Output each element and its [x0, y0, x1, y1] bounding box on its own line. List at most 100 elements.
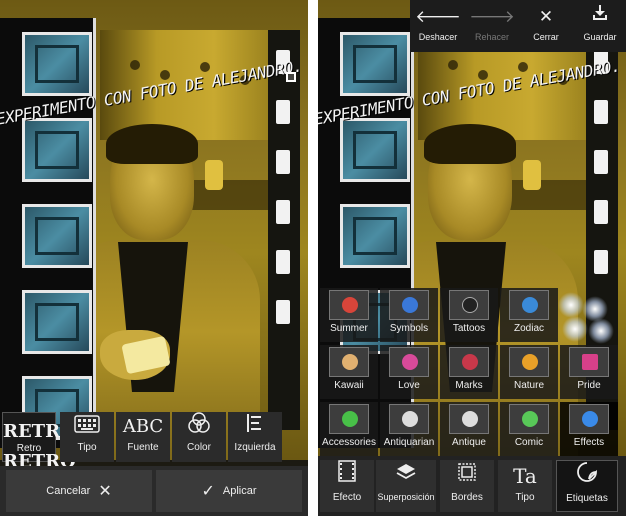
arrow-left-icon: 🡐	[415, 7, 461, 26]
flower-decoration	[200, 62, 210, 72]
film-frame	[22, 32, 92, 96]
sticker-thumbnail	[569, 404, 609, 434]
close-icon: ✕	[538, 7, 554, 26]
flower-decoration	[130, 60, 140, 70]
filmstrip-right	[268, 30, 300, 430]
sticker-category-grid: Summer Symbols Tattoos Zodiac Kawaii Lov…	[318, 288, 626, 456]
sticker-thumbnail	[389, 347, 429, 377]
sticker-label: Comic	[514, 437, 544, 448]
tab-etiquetas[interactable]: Etiquetas	[556, 460, 618, 512]
tool-tab-label: Izquierda	[234, 442, 276, 453]
film-icon	[320, 460, 374, 492]
right-editor-screen: EXPERIMENTO CON FOTO DE ALEJANDRO. ANDRO…	[318, 0, 626, 516]
sticker-thumbnail	[449, 404, 489, 434]
sticker-effects[interactable]: Effects	[560, 402, 618, 456]
sticker-zodiac[interactable]: Zodiac	[500, 288, 558, 342]
close-label: Cerrar	[533, 32, 559, 42]
sparkle-glow	[588, 318, 614, 344]
person-hair	[106, 124, 198, 164]
sticker-nature[interactable]: Nature	[500, 345, 558, 399]
sticker-label: Marks	[455, 380, 483, 391]
sticker-symbols[interactable]: Symbols	[380, 288, 438, 342]
sticker-antique[interactable]: Antique	[440, 402, 498, 456]
tool-tab-label: Tipo	[77, 442, 97, 453]
sticker-label: Zodiac	[513, 323, 544, 334]
sticker-summer[interactable]: Summer	[320, 288, 378, 342]
film-frame	[22, 118, 92, 182]
close-button[interactable]: ✕ Cerrar	[520, 2, 572, 50]
tool-tab-label: Fuente	[127, 442, 159, 453]
sticker-antiquarian[interactable]: Antiquarian	[380, 402, 438, 456]
redo-button[interactable]: 🡒 Rehacer	[466, 2, 518, 50]
tool-tab-retro[interactable]: RETRO RETRO Retro	[2, 412, 76, 472]
tab-efecto[interactable]: Efecto	[320, 460, 374, 512]
sticker-label: Tattoos	[452, 323, 486, 334]
sticker-thumbnail	[509, 404, 549, 434]
sticker-marks[interactable]: Marks	[440, 345, 498, 399]
sticker-thumbnail	[449, 347, 489, 377]
tool-tab-tipo[interactable]: Tipo	[60, 412, 114, 462]
save-label: Guardar	[583, 32, 617, 42]
tab-label: Bordes	[451, 492, 483, 503]
save-button[interactable]: Guardar	[574, 2, 626, 50]
lamp	[205, 160, 223, 190]
sticker-thumbnail	[569, 347, 609, 377]
sticker-label: Kawaii	[334, 380, 364, 391]
cancel-button[interactable]: Cancelar ✕	[6, 470, 152, 512]
undo-button[interactable]: 🡐 Deshacer	[412, 2, 464, 50]
sticker-thumbnail	[449, 290, 489, 320]
apply-button[interactable]: ✓ Aplicar	[156, 470, 302, 512]
sticker-icon	[557, 461, 617, 493]
arrow-right-icon: 🡒	[469, 7, 515, 26]
tool-tab-izquierda[interactable]: Izquierda	[228, 412, 282, 462]
sticker-comic[interactable]: Comic	[500, 402, 558, 456]
sticker-thumbnail	[389, 290, 429, 320]
sticker-accessories[interactable]: Accessories	[320, 402, 378, 456]
tab-superposicion[interactable]: Superposición	[376, 460, 436, 512]
apply-label: Aplicar	[222, 485, 257, 497]
photo-canvas[interactable]: EXPERIMENTO CON FOTO DE ALEJANDRO. ANDRO…	[0, 0, 308, 460]
lamp	[523, 160, 541, 190]
sticker-thumbnail	[389, 404, 429, 434]
flower-decoration	[448, 60, 458, 70]
undo-label: Deshacer	[418, 32, 458, 42]
film-frame	[340, 204, 410, 268]
sticker-thumbnail	[329, 290, 369, 320]
film-frame	[340, 118, 410, 182]
tab-bordes[interactable]: Bordes	[440, 460, 494, 512]
sticker-label: Nature	[513, 380, 544, 391]
tool-tab-color[interactable]: Color	[172, 412, 226, 462]
redo-label: Rehacer	[474, 32, 510, 42]
sticker-label: Love	[398, 380, 420, 391]
sticker-label: Antiquarian	[383, 437, 435, 448]
sticker-love[interactable]: Love	[380, 345, 438, 399]
font-abc-icon: ABC	[122, 416, 164, 437]
align-left-icon	[228, 412, 282, 442]
person-hair	[424, 124, 516, 164]
film-frame	[22, 204, 92, 268]
tab-tipo[interactable]: Ta Tipo	[498, 460, 552, 512]
layers-icon	[376, 460, 436, 492]
sticker-thumbnail	[329, 347, 369, 377]
tool-tab-fuente[interactable]: ABC Fuente	[116, 412, 170, 462]
action-bar: Cancelar ✕ ✓ Aplicar	[0, 466, 308, 516]
sticker-thumbnail	[329, 404, 369, 434]
check-icon: ✓	[201, 483, 215, 500]
film-frame	[340, 32, 410, 96]
filmstrip-left	[0, 18, 96, 448]
flower-decoration	[518, 62, 528, 72]
left-editor-screen: EXPERIMENTO CON FOTO DE ALEJANDRO. ANDRO…	[0, 0, 308, 516]
sticker-label: Symbols	[389, 323, 429, 334]
top-action-bar: 🡐 Deshacer 🡒 Rehacer ✕ Cerrar Guardar	[410, 0, 626, 52]
text-resize-handle[interactable]	[286, 72, 296, 82]
retro-logo-icon: RETRO RETRO	[3, 421, 76, 472]
tab-label: Etiquetas	[566, 493, 608, 504]
film-frame	[22, 290, 92, 354]
sticker-label: Antique	[452, 437, 486, 448]
sticker-label: Effects	[573, 437, 605, 448]
tab-label: Tipo	[515, 492, 535, 503]
sticker-pride[interactable]: Pride	[560, 345, 618, 399]
sticker-kawaii[interactable]: Kawaii	[320, 345, 378, 399]
sticker-tattoos[interactable]: Tattoos	[440, 288, 498, 342]
tab-label: Superposición	[377, 492, 435, 502]
